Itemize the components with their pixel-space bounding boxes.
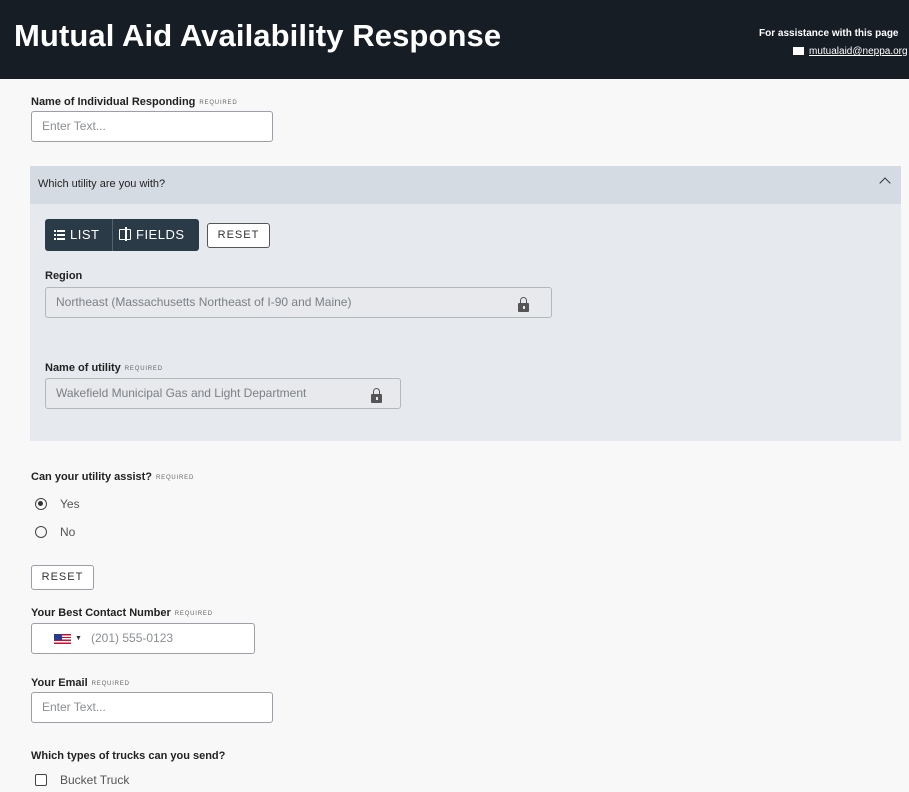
utility-name-label-text: Name of utility: [45, 362, 121, 374]
list-toggle-label: LIST: [70, 227, 100, 242]
fields-toggle-label: FIELDS: [136, 227, 185, 242]
region-field: Northeast (Massachusetts Northeast of I-…: [45, 287, 552, 318]
contact-number-label-text: Your Best Contact Number: [31, 607, 171, 619]
assist-no-radio[interactable]: [35, 526, 47, 538]
assistance-email-link[interactable]: mutualaid@neppa.org: [809, 46, 908, 57]
utility-name-field: Wakefield Municipal Gas and Light Depart…: [45, 378, 401, 409]
lock-icon: [518, 297, 529, 312]
email-label-text: Your Email: [31, 677, 88, 689]
required-marker: REQUIRED: [174, 611, 213, 617]
bucket-truck-label[interactable]: Bucket Truck: [60, 773, 129, 787]
email-label: Your Email REQUIRED: [31, 677, 130, 689]
view-toggle: LIST FIELDS: [45, 219, 199, 251]
trucks-label: Which types of trucks can you send?: [31, 750, 226, 762]
fields-icon: [119, 227, 131, 241]
bucket-truck-checkbox[interactable]: [35, 774, 47, 786]
mail-icon: [793, 47, 804, 55]
individual-name-input[interactable]: Enter Text...: [31, 111, 273, 142]
assist-reset-button[interactable]: RESET: [31, 565, 94, 590]
assistance-email-row: mutualaid@neppa.org: [793, 46, 909, 57]
required-marker: REQUIRED: [156, 475, 195, 481]
assistance-text: For assistance with this page: [759, 28, 899, 39]
chevron-up-icon[interactable]: [879, 177, 891, 189]
utility-section-header[interactable]: Which utility are you with?: [30, 166, 901, 204]
utility-reset-button[interactable]: RESET: [207, 223, 270, 248]
contact-number-label: Your Best Contact Number REQUIRED: [31, 607, 213, 619]
utility-section-title: Which utility are you with?: [38, 178, 166, 190]
fields-toggle-button[interactable]: FIELDS: [119, 219, 185, 251]
assist-yes-radio[interactable]: [35, 498, 47, 510]
required-marker: REQUIRED: [91, 681, 130, 687]
email-input[interactable]: Enter Text...: [31, 692, 273, 723]
utility-name-label: Name of utility REQUIRED: [45, 362, 163, 374]
assist-label: Can your utility assist? REQUIRED: [31, 471, 194, 483]
page-header: Mutual Aid Availability Response For ass…: [0, 0, 909, 79]
required-marker: REQUIRED: [199, 100, 238, 106]
lock-icon: [371, 388, 382, 403]
caret-down-icon[interactable]: ▼: [75, 635, 82, 642]
required-marker: REQUIRED: [124, 366, 163, 372]
region-label: Region: [45, 270, 83, 282]
region-value: Northeast (Massachusetts Northeast of I-…: [56, 295, 352, 309]
list-toggle-button[interactable]: LIST: [54, 219, 99, 251]
list-icon: [54, 230, 65, 240]
utility-section: Which utility are you with? LIST FIELDS …: [30, 166, 901, 441]
assist-label-text: Can your utility assist?: [31, 471, 153, 483]
individual-name-label: Name of Individual Responding REQUIRED: [31, 96, 237, 108]
us-flag-icon[interactable]: [54, 634, 71, 644]
assist-yes-label[interactable]: Yes: [60, 497, 80, 511]
individual-name-label-text: Name of Individual Responding: [31, 96, 196, 108]
assist-no-label[interactable]: No: [60, 525, 75, 539]
page-title: Mutual Aid Availability Response: [14, 18, 502, 53]
utility-name-value: Wakefield Municipal Gas and Light Depart…: [56, 386, 307, 400]
toggle-divider: [112, 219, 113, 251]
